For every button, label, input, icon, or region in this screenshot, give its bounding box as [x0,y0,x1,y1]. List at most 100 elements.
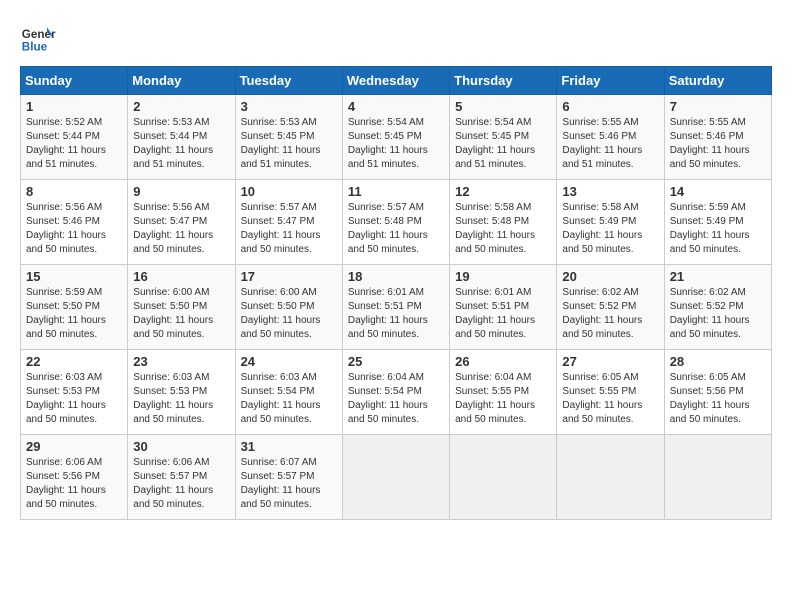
day-number: 15 [26,269,122,284]
day-number: 20 [562,269,658,284]
day-info: Sunrise: 5:59 AMSunset: 5:50 PMDaylight:… [26,286,122,342]
day-number: 4 [348,99,444,114]
day-info: Sunrise: 5:58 AMSunset: 5:48 PMDaylight:… [455,201,551,257]
calendar-cell: 7 Sunrise: 5:55 AMSunset: 5:46 PMDaylight… [664,95,771,180]
calendar-cell: 31 Sunrise: 6:07 AMSunset: 5:57 PMDayligh… [235,435,342,520]
calendar-cell: 8 Sunrise: 5:56 AMSunset: 5:46 PMDaylight… [21,180,128,265]
day-number: 14 [670,184,766,199]
weekday-header-thursday: Thursday [450,67,557,95]
day-info: Sunrise: 5:59 AMSunset: 5:49 PMDaylight:… [670,201,766,257]
day-info: Sunrise: 6:05 AMSunset: 5:56 PMDaylight:… [670,371,766,427]
calendar-cell: 17 Sunrise: 6:00 AMSunset: 5:50 PMDayligh… [235,265,342,350]
day-info: Sunrise: 5:53 AMSunset: 5:44 PMDaylight:… [133,116,229,172]
calendar-cell [664,435,771,520]
day-info: Sunrise: 6:00 AMSunset: 5:50 PMDaylight:… [133,286,229,342]
calendar-cell: 29Sunrise: 6:06 AMSunset: 5:56 PMDayligh… [21,435,128,520]
day-info: Sunrise: 6:02 AMSunset: 5:52 PMDaylight:… [670,286,766,342]
day-number: 28 [670,354,766,369]
day-info: Sunrise: 6:05 AMSunset: 5:55 PMDaylight:… [562,371,658,427]
day-number: 30 [133,439,229,454]
day-number: 22 [26,354,122,369]
calendar-cell: 11 Sunrise: 5:57 AMSunset: 5:48 PMDayligh… [342,180,449,265]
day-number: 17 [241,269,337,284]
day-number: 8 [26,184,122,199]
calendar-cell: 9 Sunrise: 5:56 AMSunset: 5:47 PMDaylight… [128,180,235,265]
logo: General Blue [20,20,56,56]
calendar-cell: 12 Sunrise: 5:58 AMSunset: 5:48 PMDayligh… [450,180,557,265]
calendar-cell: 19 Sunrise: 6:01 AMSunset: 5:51 PMDayligh… [450,265,557,350]
day-info: Sunrise: 6:04 AMSunset: 5:54 PMDaylight:… [348,371,444,427]
calendar-cell: 22 Sunrise: 6:03 AMSunset: 5:53 PMDayligh… [21,350,128,435]
day-info: Sunrise: 5:54 AMSunset: 5:45 PMDaylight:… [455,116,551,172]
page-header: General Blue [20,20,772,56]
day-number: 13 [562,184,658,199]
day-info: Sunrise: 5:57 AMSunset: 5:47 PMDaylight:… [241,201,337,257]
calendar-cell: 26Sunrise: 6:04 AMSunset: 5:55 PMDayligh… [450,350,557,435]
calendar-cell: 30 Sunrise: 6:06 AMSunset: 5:57 PMDayligh… [128,435,235,520]
day-info: Sunrise: 5:56 AMSunset: 5:47 PMDaylight:… [133,201,229,257]
day-number: 25 [348,354,444,369]
day-info: Sunrise: 5:55 AMSunset: 5:46 PMDaylight:… [562,116,658,172]
day-number: 11 [348,184,444,199]
weekday-header-saturday: Saturday [664,67,771,95]
day-number: 24 [241,354,337,369]
day-number: 1 [26,99,122,114]
calendar-week-5: 29Sunrise: 6:06 AMSunset: 5:56 PMDayligh… [21,435,772,520]
calendar-week-2: 8 Sunrise: 5:56 AMSunset: 5:46 PMDaylight… [21,180,772,265]
day-number: 21 [670,269,766,284]
calendar-cell: 21 Sunrise: 6:02 AMSunset: 5:52 PMDayligh… [664,265,771,350]
day-number: 18 [348,269,444,284]
calendar-cell: 20Sunrise: 6:02 AMSunset: 5:52 PMDayligh… [557,265,664,350]
day-info: Sunrise: 6:06 AMSunset: 5:56 PMDaylight:… [26,456,122,512]
weekday-header-sunday: Sunday [21,67,128,95]
day-number: 3 [241,99,337,114]
day-info: Sunrise: 6:03 AMSunset: 5:54 PMDaylight:… [241,371,337,427]
weekday-header-row: SundayMondayTuesdayWednesdayThursdayFrid… [21,67,772,95]
calendar-cell: 13 Sunrise: 5:58 AMSunset: 5:49 PMDayligh… [557,180,664,265]
day-info: Sunrise: 6:01 AMSunset: 5:51 PMDaylight:… [455,286,551,342]
day-info: Sunrise: 6:00 AMSunset: 5:50 PMDaylight:… [241,286,337,342]
day-number: 2 [133,99,229,114]
day-info: Sunrise: 5:52 AMSunset: 5:44 PMDaylight:… [26,116,122,172]
calendar-cell [557,435,664,520]
calendar-table: SundayMondayTuesdayWednesdayThursdayFrid… [20,66,772,520]
calendar-cell: 14 Sunrise: 5:59 AMSunset: 5:49 PMDayligh… [664,180,771,265]
calendar-cell: 6 Sunrise: 5:55 AMSunset: 5:46 PMDaylight… [557,95,664,180]
calendar-cell: 16Sunrise: 6:00 AMSunset: 5:50 PMDayligh… [128,265,235,350]
calendar-cell: 18Sunrise: 6:01 AMSunset: 5:51 PMDayligh… [342,265,449,350]
day-number: 12 [455,184,551,199]
day-number: 10 [241,184,337,199]
calendar-week-4: 22 Sunrise: 6:03 AMSunset: 5:53 PMDayligh… [21,350,772,435]
day-number: 7 [670,99,766,114]
day-info: Sunrise: 5:57 AMSunset: 5:48 PMDaylight:… [348,201,444,257]
day-number: 6 [562,99,658,114]
calendar-cell: 3Sunrise: 5:53 AMSunset: 5:45 PMDaylight… [235,95,342,180]
day-number: 9 [133,184,229,199]
day-info: Sunrise: 6:03 AMSunset: 5:53 PMDaylight:… [133,371,229,427]
svg-text:Blue: Blue [22,41,48,54]
calendar-cell [450,435,557,520]
calendar-cell: 25 Sunrise: 6:04 AMSunset: 5:54 PMDayligh… [342,350,449,435]
calendar-cell: 1 Sunrise: 5:52 AMSunset: 5:44 PMDaylight… [21,95,128,180]
day-info: Sunrise: 6:07 AMSunset: 5:57 PMDaylight:… [241,456,337,512]
calendar-cell: 23 Sunrise: 6:03 AMSunset: 5:53 PMDayligh… [128,350,235,435]
calendar-cell: 24 Sunrise: 6:03 AMSunset: 5:54 PMDayligh… [235,350,342,435]
calendar-cell [342,435,449,520]
day-info: Sunrise: 5:56 AMSunset: 5:46 PMDaylight:… [26,201,122,257]
day-number: 27 [562,354,658,369]
day-info: Sunrise: 5:58 AMSunset: 5:49 PMDaylight:… [562,201,658,257]
day-number: 23 [133,354,229,369]
calendar-week-1: 1 Sunrise: 5:52 AMSunset: 5:44 PMDaylight… [21,95,772,180]
weekday-header-wednesday: Wednesday [342,67,449,95]
day-info: Sunrise: 5:55 AMSunset: 5:46 PMDaylight:… [670,116,766,172]
day-number: 19 [455,269,551,284]
day-number: 5 [455,99,551,114]
day-info: Sunrise: 6:04 AMSunset: 5:55 PMDaylight:… [455,371,551,427]
calendar-cell: 4 Sunrise: 5:54 AMSunset: 5:45 PMDaylight… [342,95,449,180]
day-info: Sunrise: 5:54 AMSunset: 5:45 PMDaylight:… [348,116,444,172]
weekday-header-tuesday: Tuesday [235,67,342,95]
day-info: Sunrise: 6:06 AMSunset: 5:57 PMDaylight:… [133,456,229,512]
day-info: Sunrise: 6:03 AMSunset: 5:53 PMDaylight:… [26,371,122,427]
calendar-cell: 27 Sunrise: 6:05 AMSunset: 5:55 PMDayligh… [557,350,664,435]
day-number: 31 [241,439,337,454]
